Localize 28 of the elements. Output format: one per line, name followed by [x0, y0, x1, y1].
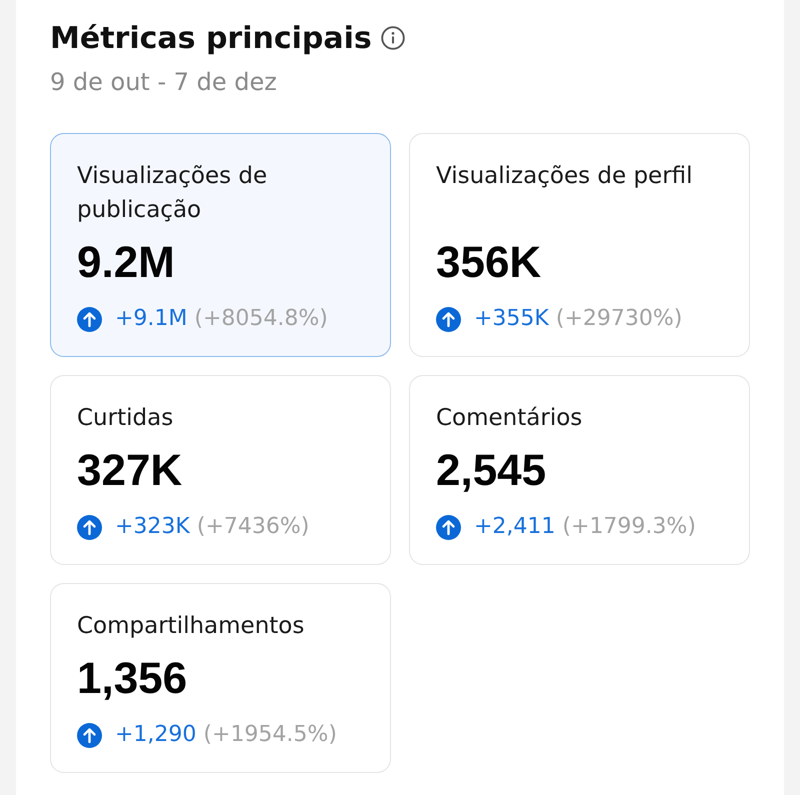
metric-value: 9.2M	[77, 237, 175, 287]
change-percent: (+7436%)	[196, 513, 310, 541]
info-icon[interactable]	[380, 26, 405, 50]
metric-label: Comentários	[436, 404, 582, 433]
change-value: +2,411	[474, 513, 556, 541]
section-title: Métricas principais	[50, 20, 372, 58]
metric-label: Visualizações de perfil	[436, 162, 693, 191]
change-value: +1,290	[115, 721, 196, 749]
change-percent: (+8054.8%)	[194, 305, 328, 333]
metric-card[interactable]: Visualizações de publicação 9.2M +9.1M (+8054.8%)	[50, 133, 391, 357]
change-value: +323K	[115, 513, 190, 541]
metric-label: Compartilhamentos	[77, 612, 304, 641]
change-value: +355K	[474, 305, 549, 333]
metric-value: 356K	[436, 237, 542, 287]
metric-value: 1,356	[77, 653, 188, 703]
metric-label: Curtidas	[77, 404, 174, 433]
change-percent: (+1954.5%)	[203, 721, 337, 749]
metric-card[interactable]: Comentários 2,545 +2,411 (+1799.3%)	[409, 375, 750, 565]
metric-card[interactable]: Visualizações de perfil 356K +355K (+29730%)	[409, 133, 750, 357]
metric-card[interactable]: Curtidas 327K +323K (+7436%)	[50, 375, 391, 565]
metric-value: 327K	[77, 445, 182, 495]
change-percent: (+1799.3%)	[562, 513, 696, 541]
change-value: +9.1M	[115, 305, 188, 333]
metric-card[interactable]: Compartilhamentos 1,356 +1,290 (+1954.5%)	[50, 583, 391, 773]
date-range: 9 de out - 7 de dez	[50, 67, 277, 98]
metric-label: Visualizações de publicação	[77, 162, 268, 225]
metric-value: 2,545	[436, 445, 546, 495]
change-percent: (+29730%)	[556, 305, 682, 333]
